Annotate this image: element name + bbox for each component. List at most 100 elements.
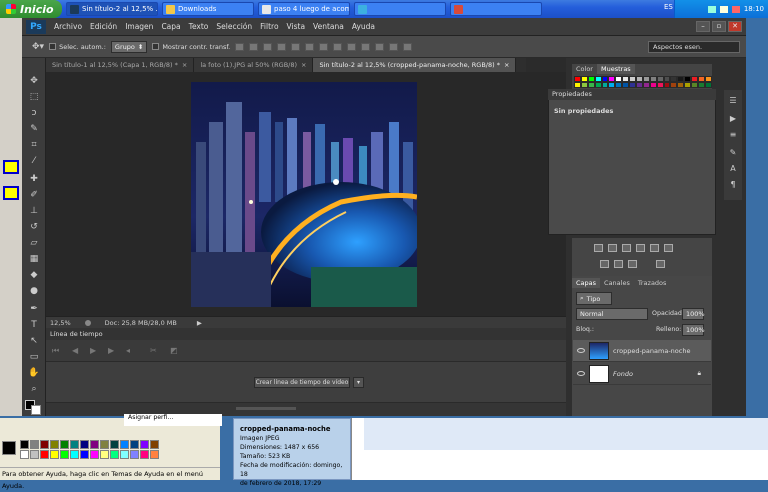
tab-layers[interactable]: Capas <box>572 278 601 288</box>
group-select[interactable]: Grupo ⬍ <box>110 40 148 53</box>
align-bottom-icon[interactable] <box>263 42 273 51</box>
path-select-tool-icon[interactable]: ↖ <box>26 334 42 348</box>
swatch[interactable] <box>574 82 581 88</box>
swatch[interactable] <box>615 82 623 88</box>
swatch[interactable] <box>642 82 650 88</box>
close-icon[interactable]: × <box>301 61 306 69</box>
photo-filter-icon[interactable] <box>628 260 637 268</box>
swatch[interactable] <box>636 82 643 88</box>
marquee-tool-icon[interactable]: ⬚ <box>26 90 42 104</box>
dodge-tool-icon[interactable]: ● <box>26 284 42 298</box>
background-color-swatch[interactable] <box>31 405 41 415</box>
layer-row-cropped-panama-noche[interactable]: cropped-panama-noche <box>573 340 711 362</box>
align-right-icon[interactable] <box>305 42 315 51</box>
tab-la-foto[interactable]: la foto (1).JPG al 50% (RGB/8) × <box>194 58 314 72</box>
palette-color[interactable] <box>130 450 139 459</box>
align-top-icon[interactable] <box>235 42 245 51</box>
transition-icon[interactable]: ◩ <box>170 346 178 355</box>
tab-paths[interactable]: Trazados <box>634 278 671 288</box>
select-tool-icon[interactable] <box>3 186 19 200</box>
hue-sat-icon[interactable] <box>664 244 673 252</box>
prev-frame-icon[interactable]: ◀ <box>72 346 78 355</box>
curves-icon[interactable] <box>622 244 631 252</box>
brightness-icon[interactable] <box>594 244 603 252</box>
timeline-zoom-slider[interactable] <box>236 407 296 410</box>
align-hcenter-icon[interactable] <box>291 42 301 51</box>
palette-color[interactable] <box>30 450 39 459</box>
vibrance-icon[interactable] <box>650 244 659 252</box>
swatch[interactable] <box>629 82 637 88</box>
swatch[interactable] <box>670 82 678 88</box>
eyedropper-tool-icon[interactable]: ⁄ <box>26 154 42 168</box>
swatch[interactable] <box>580 82 588 88</box>
visibility-eye-icon[interactable] <box>577 371 585 376</box>
minimize-button[interactable]: – <box>696 21 710 32</box>
taskbar-button-photoshop[interactable]: Sin título-2 al 12,5% ... <box>66 2 158 16</box>
zoom-level[interactable]: 12,5% <box>50 319 71 327</box>
swatch[interactable] <box>663 82 671 88</box>
taskbar-button-paint[interactable]: paso 4 luego de acom... <box>258 2 350 16</box>
palette-color[interactable] <box>60 450 69 459</box>
palette-color[interactable] <box>140 450 149 459</box>
palette-color[interactable] <box>90 450 99 459</box>
swatch[interactable] <box>594 82 602 88</box>
palette-color[interactable] <box>110 440 119 449</box>
swatch[interactable] <box>601 82 609 88</box>
language-indicator[interactable]: ES <box>664 3 673 11</box>
healing-tool-icon[interactable]: ✚ <box>26 172 42 186</box>
taskbar-button-window-4[interactable] <box>354 2 446 16</box>
palette-color[interactable] <box>100 440 109 449</box>
pen-tool-icon[interactable]: ✒ <box>26 302 42 316</box>
history-brush-tool-icon[interactable]: ↺ <box>26 220 42 234</box>
auto-align-icon[interactable] <box>403 42 413 51</box>
palette-color[interactable] <box>120 450 129 459</box>
arrow-right-icon[interactable]: ▶ <box>197 319 202 327</box>
palette-color[interactable] <box>60 440 69 449</box>
palette-color[interactable] <box>40 450 49 459</box>
swatch[interactable] <box>684 82 692 88</box>
tab-color[interactable]: Color <box>572 64 597 74</box>
crop-tool-icon[interactable]: ⌗ <box>26 138 42 152</box>
next-frame-icon[interactable]: ▶ <box>108 346 114 355</box>
swatch[interactable] <box>656 82 664 88</box>
quick-select-tool-icon[interactable]: ✎ <box>26 122 42 136</box>
close-icon[interactable]: × <box>182 61 187 69</box>
menu-edicion[interactable]: Edición <box>86 22 121 31</box>
history-icon[interactable]: ☰ <box>728 96 738 105</box>
palette-color[interactable] <box>100 450 109 459</box>
show-transform-checkbox[interactable] <box>152 43 160 50</box>
zoom-tool-icon[interactable]: ⌕ <box>26 382 42 396</box>
color-balance-icon[interactable] <box>600 260 609 268</box>
swatch[interactable] <box>622 82 630 88</box>
palette-color[interactable] <box>30 440 39 449</box>
palette-color[interactable] <box>120 440 129 449</box>
start-button[interactable]: Inicio <box>0 0 62 18</box>
auto-select-option[interactable]: Selec. autom.: <box>49 43 106 51</box>
properties-title[interactable]: Propiedades <box>548 89 716 100</box>
lasso-tool-icon[interactable]: ↄ <box>26 106 42 120</box>
chevron-down-icon[interactable]: ▾ <box>353 377 364 388</box>
palette-color[interactable] <box>150 450 159 459</box>
close-button[interactable]: ✕ <box>728 21 742 32</box>
brush-tool-icon[interactable]: ✐ <box>26 188 42 202</box>
scissors-icon[interactable]: ✂ <box>150 346 157 355</box>
swatch[interactable] <box>587 82 595 88</box>
network-icon[interactable] <box>707 5 716 13</box>
fill-field[interactable]: 100% <box>682 324 705 336</box>
exposure-icon[interactable] <box>636 244 645 252</box>
swatch[interactable] <box>608 82 616 88</box>
shield-icon[interactable] <box>731 5 740 13</box>
menu-texto[interactable]: Texto <box>185 22 213 31</box>
tab-swatches[interactable]: Muestras <box>596 64 635 74</box>
palette-color[interactable] <box>130 440 139 449</box>
menu-imagen[interactable]: Imagen <box>121 22 157 31</box>
palette-color[interactable] <box>150 440 159 449</box>
swatch[interactable] <box>698 82 705 88</box>
palette-color[interactable] <box>20 440 29 449</box>
paragraph-icon[interactable]: ¶ <box>728 180 738 189</box>
palette-color[interactable] <box>50 450 59 459</box>
tab-channels[interactable]: Canales <box>600 278 634 288</box>
audio-icon[interactable]: ◂ <box>126 346 130 355</box>
swatch[interactable] <box>691 82 699 88</box>
palette-color[interactable] <box>140 440 149 449</box>
